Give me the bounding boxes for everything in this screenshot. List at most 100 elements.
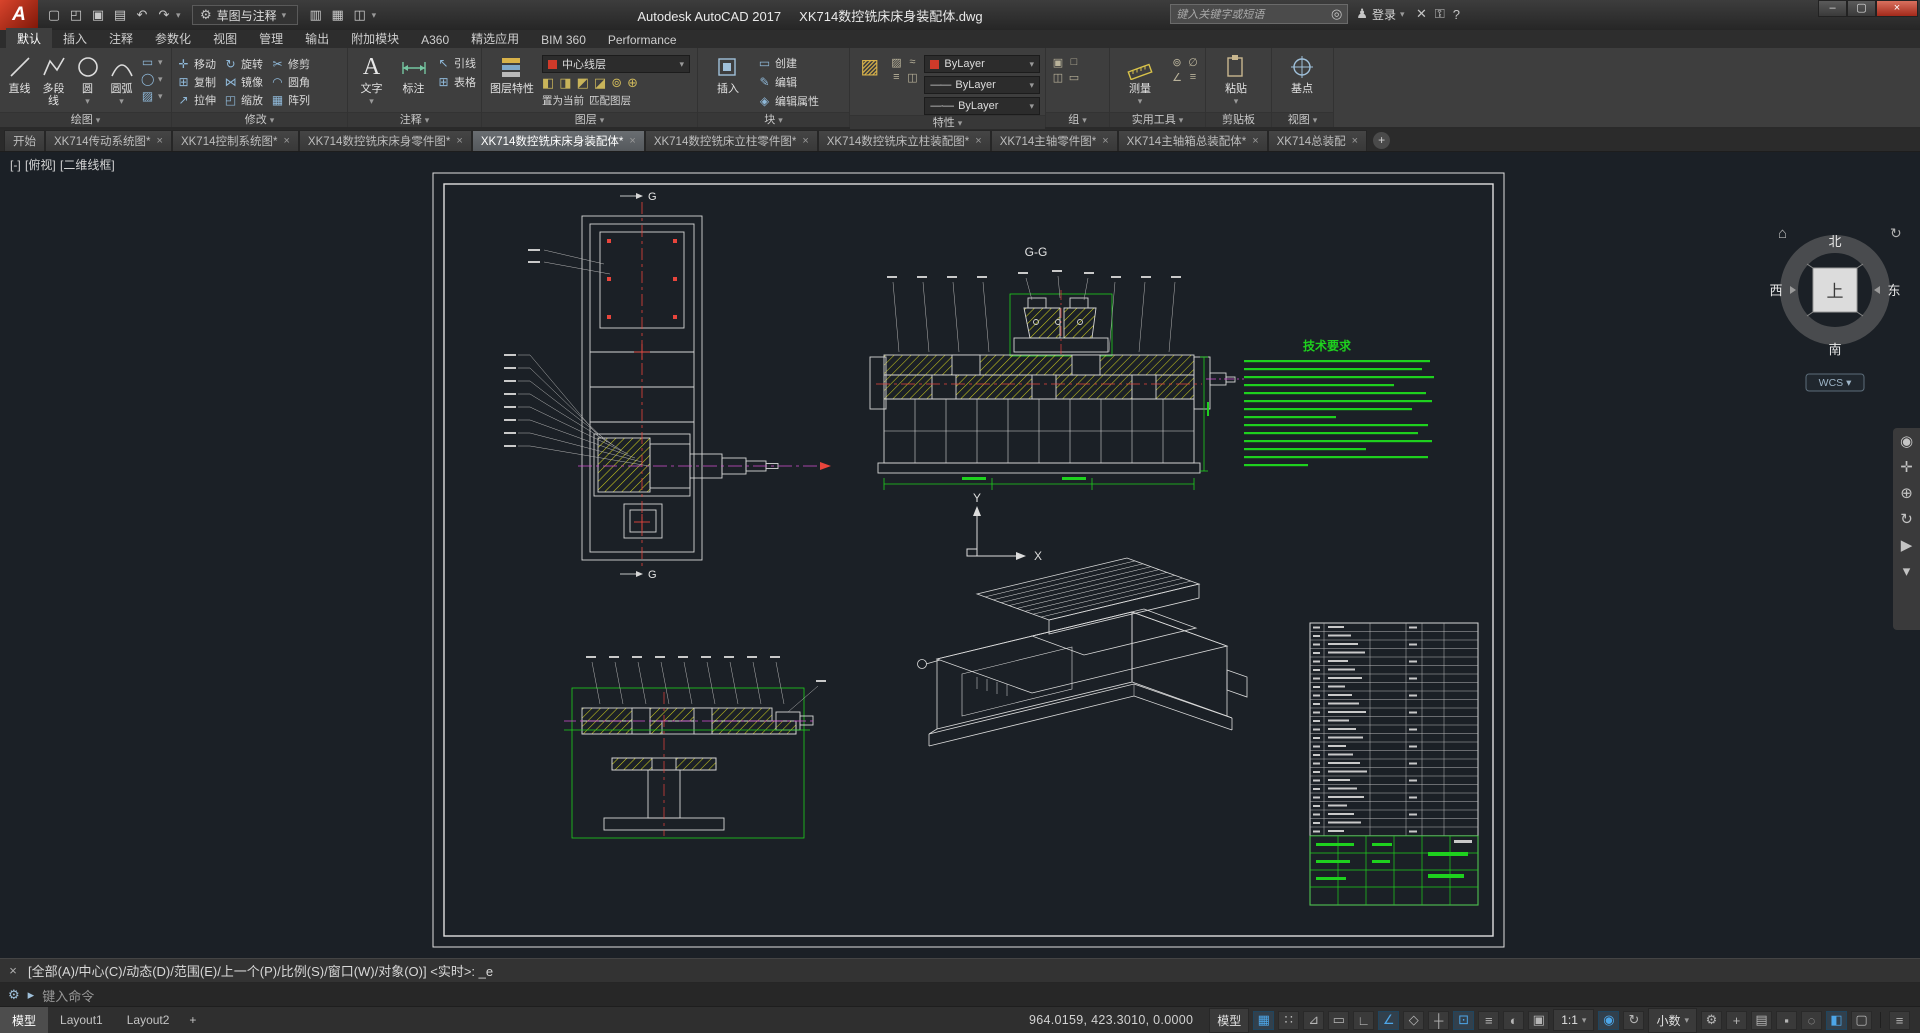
file-tab-spindle-part[interactable]: XK714主轴零件图* ×: [990, 130, 1118, 151]
application-menu-button[interactable]: A: [0, 0, 38, 30]
snap-icon[interactable]: ∷: [1278, 1010, 1300, 1030]
viewcube-north[interactable]: 北: [1828, 234, 1841, 249]
group-icon[interactable]: ▣: [1051, 56, 1065, 69]
drawing-canvas[interactable]: [-] [俯视] [二维线框] G G G-G 技术要求 Y X ⌂ ↻ 北 南…: [0, 152, 1920, 958]
panel-title-properties[interactable]: 特性 ▾: [850, 115, 1045, 130]
insert-block-button[interactable]: 插入: [703, 51, 753, 95]
tab-home[interactable]: 默认: [6, 28, 53, 48]
model-tab[interactable]: 模型: [0, 1006, 49, 1033]
tab-close-icon[interactable]: ×: [1252, 135, 1258, 147]
infer-constraints-icon[interactable]: ⊿: [1303, 1010, 1325, 1030]
ellipse-tool-icon[interactable]: ◯ ▾: [141, 72, 166, 86]
exchange-apps-icon[interactable]: ✕: [1416, 6, 1427, 22]
tab-close-icon[interactable]: ×: [283, 135, 289, 147]
undo-icon[interactable]: ↶: [132, 5, 152, 25]
isolate-objects-icon[interactable]: ◌: [1801, 1010, 1822, 1030]
minimize-button[interactable]: –: [1818, 0, 1847, 17]
hatch-tool-icon[interactable]: ▨ ▾: [141, 89, 166, 103]
panel-title-clipboard[interactable]: 剪贴板: [1206, 112, 1271, 127]
file-tab-control[interactable]: XK714控制系统图* ×: [171, 130, 299, 151]
viewcube-south[interactable]: 南: [1828, 342, 1841, 357]
sheet-set-icon[interactable]: ▦: [328, 5, 348, 25]
undo-caret-icon[interactable]: ▾: [176, 10, 184, 21]
maximize-button[interactable]: ▢: [1847, 0, 1876, 17]
file-tab-column-part[interactable]: XK714数控铣床立柱零件图* ×: [644, 130, 818, 151]
layer-lock-icon[interactable]: ◪: [594, 76, 606, 90]
coordinates-readout[interactable]: 964.0159, 423.3010, 0.0000: [1017, 1013, 1205, 1027]
help-icon[interactable]: ?: [1453, 7, 1460, 22]
qat-customize-icon[interactable]: ▾: [372, 10, 380, 21]
zoom-icon[interactable]: ⊕: [1900, 486, 1913, 501]
dimension-button[interactable]: 标注: [395, 51, 432, 95]
polar-tracking-icon[interactable]: ∠: [1378, 1010, 1400, 1030]
viewcube-top-face[interactable]: 上: [1827, 282, 1844, 301]
tab-bim360[interactable]: BIM 360: [530, 31, 597, 48]
tab-close-icon[interactable]: ×: [802, 135, 808, 147]
tab-performance[interactable]: Performance: [597, 31, 688, 48]
dynamic-input-icon[interactable]: ▭: [1328, 1010, 1350, 1030]
layer-dropdown[interactable]: 中心线层 ▾: [542, 55, 690, 73]
quick-select-icon[interactable]: ⊚: [1170, 56, 1184, 69]
lineweight-icon[interactable]: ≡: [1478, 1010, 1500, 1030]
annotation-monitor-icon[interactable]: +: [1726, 1010, 1747, 1030]
tab-addins[interactable]: 附加模块: [340, 28, 410, 48]
selection-cycling-icon[interactable]: ▣: [1528, 1010, 1550, 1030]
workspace-dropdown[interactable]: ⚙ 草图与注释 ▾: [192, 5, 298, 25]
viewcube-rotate-icon[interactable]: ↻: [1890, 225, 1902, 241]
ungroup-icon[interactable]: □: [1067, 56, 1081, 69]
copy-button[interactable]: ⊞ 复制: [177, 74, 216, 90]
layer-walk-icon[interactable]: ⊚: [611, 76, 622, 90]
viewport-menu[interactable]: [-]: [10, 158, 21, 172]
tab-output[interactable]: 输出: [294, 28, 340, 48]
new-layout-button[interactable]: +: [181, 1008, 204, 1032]
file-tab-bed-part[interactable]: XK714数控铣床床身零件图* ×: [298, 130, 472, 151]
redo-icon[interactable]: ↷: [154, 5, 174, 25]
move-button[interactable]: ✛ 移动: [177, 56, 216, 72]
osnap-tracking-icon[interactable]: ┼: [1428, 1010, 1450, 1030]
wcs-dropdown[interactable]: WCS ▾: [1819, 377, 1852, 389]
open-file-icon[interactable]: ◰: [66, 5, 86, 25]
annotation-autoscale-icon[interactable]: ↻: [1623, 1010, 1645, 1030]
lineweight-dropdown[interactable]: —·— ByLayer ▾: [924, 97, 1040, 115]
clean-screen-icon[interactable]: ▢: [1851, 1010, 1872, 1030]
workspace-switching-icon[interactable]: ⚙: [1701, 1010, 1722, 1030]
tab-close-icon[interactable]: ×: [1352, 135, 1358, 147]
close-button[interactable]: ×: [1876, 0, 1918, 17]
tab-insert[interactable]: 插入: [52, 28, 98, 48]
search-icon[interactable]: ◎: [1331, 6, 1342, 22]
show-motion-icon[interactable]: ▶: [1901, 538, 1913, 553]
command-input[interactable]: ⚙ ▸ 键入命令: [0, 983, 1920, 1007]
command-recent-icon[interactable]: ▸: [28, 987, 35, 1003]
search-input[interactable]: 键入关键字或短语 ◎: [1170, 4, 1349, 24]
panel-title-draw[interactable]: 绘图 ▾: [0, 112, 171, 127]
scale-button[interactable]: ◰ 缩放: [224, 92, 263, 108]
osnap-icon[interactable]: ⊡: [1453, 1010, 1475, 1030]
file-tab-spindle-box-assembly[interactable]: XK714主轴箱总装配体* ×: [1117, 130, 1268, 151]
orbit-icon[interactable]: ↻: [1900, 512, 1913, 527]
quick-calc-icon[interactable]: ∅: [1186, 56, 1200, 69]
new-drawing-button[interactable]: +: [1373, 132, 1391, 149]
ortho-icon[interactable]: ∟: [1353, 1010, 1375, 1030]
viewcube-west[interactable]: 西: [1769, 283, 1782, 298]
tab-a360[interactable]: A360: [410, 31, 460, 48]
line-button[interactable]: 直线: [5, 51, 34, 95]
panel-title-view[interactable]: 视图 ▾: [1272, 112, 1333, 127]
block-edit-button[interactable]: ✎ 编辑: [758, 74, 819, 90]
tab-annotate[interactable]: 注释: [98, 28, 144, 48]
layout1-tab[interactable]: Layout1: [48, 1008, 115, 1032]
layer-off-icon[interactable]: ◧: [542, 76, 554, 90]
command-customize-icon[interactable]: ⚙: [8, 987, 20, 1003]
leader-button[interactable]: ↖ 引线: [437, 55, 476, 71]
fillet-button[interactable]: ◠ 圆角: [271, 74, 310, 90]
basepoint-button[interactable]: 基点: [1277, 51, 1327, 95]
navigation-wheel-icon[interactable]: ◉: [1900, 434, 1913, 449]
panel-title-layers[interactable]: 图层 ▾: [482, 112, 697, 127]
file-tab-general-assembly[interactable]: XK714总装配 ×: [1267, 130, 1368, 151]
text-button[interactable]: A 文字 ▾: [353, 51, 390, 107]
panel-title-utilities[interactable]: 实用工具 ▾: [1110, 112, 1205, 127]
visual-style-control[interactable]: [二维线框]: [60, 158, 115, 172]
block-edit-attr-button[interactable]: ◈ 编辑属性: [758, 93, 819, 109]
lineweight-list-icon[interactable]: ≡: [889, 71, 903, 84]
table-button[interactable]: ⊞ 表格: [437, 74, 476, 90]
layer-properties-button[interactable]: 图层特性: [487, 51, 537, 95]
